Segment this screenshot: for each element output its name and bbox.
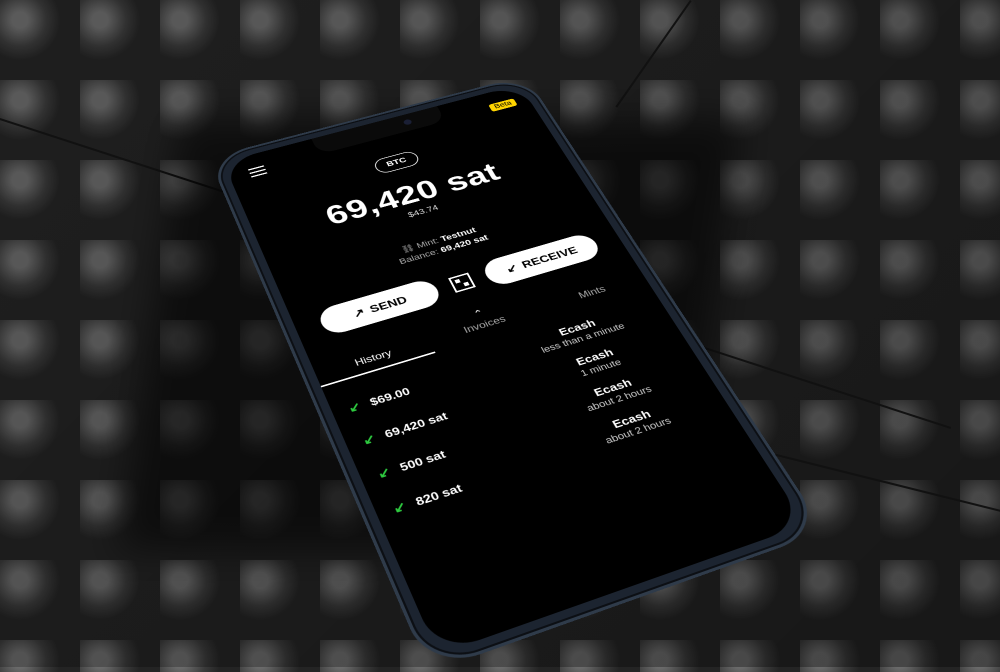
incoming-arrow-icon: ↙ xyxy=(360,430,378,447)
receive-button[interactable]: ↙ RECEIVE xyxy=(479,231,604,288)
incoming-arrow-icon: ↙ xyxy=(345,398,363,415)
receive-label: RECEIVE xyxy=(519,244,580,271)
send-button[interactable]: ↗ SEND xyxy=(315,277,445,337)
arrow-down-left-icon: ↙ xyxy=(503,261,520,275)
send-label: SEND xyxy=(367,293,410,315)
arrow-up-right-icon: ↗ xyxy=(350,305,367,320)
beta-badge: Beta xyxy=(488,98,518,112)
history-amount: 500 sat xyxy=(397,447,448,474)
history-amount: 820 sat xyxy=(413,480,465,508)
qr-scan-icon[interactable] xyxy=(448,272,476,293)
incoming-arrow-icon: ↙ xyxy=(390,498,409,516)
camera-icon xyxy=(402,118,413,126)
incoming-arrow-icon: ↙ xyxy=(374,463,393,481)
unit-toggle-button[interactable]: BTC xyxy=(372,149,422,175)
history-amount: $69.00 xyxy=(367,384,412,408)
hamburger-menu-icon[interactable] xyxy=(247,165,268,178)
